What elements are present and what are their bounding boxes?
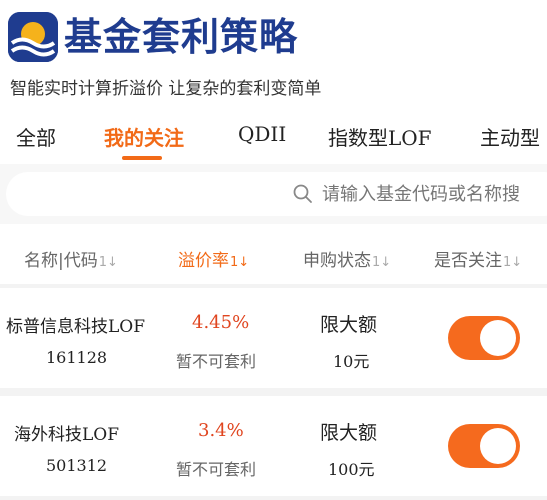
arbitrage-status: 暂不可套利 (176, 460, 257, 479)
toggle-knob (480, 428, 516, 464)
column-name-code-label: 名称|代码 (24, 251, 98, 271)
column-purchase-status[interactable]: 申购状态1↓ (303, 246, 391, 271)
app-subtitle: 智能实时计算折溢价 让复杂的套利变简单 (10, 79, 322, 99)
column-name-code[interactable]: 名称|代码1↓ (24, 246, 118, 271)
search-box[interactable] (6, 172, 547, 216)
column-premium-rate[interactable]: 溢价率1↓ (178, 246, 249, 271)
search-icon (293, 184, 312, 203)
premium-rate: 3.4% (198, 420, 244, 441)
follow-toggle[interactable] (448, 424, 520, 468)
tab-qdii[interactable]: QDII (238, 122, 286, 146)
column-purchase-status-label: 申购状态 (303, 251, 371, 271)
toggle-knob (480, 320, 516, 356)
tab-my-follows[interactable]: 我的关注 (104, 122, 184, 151)
app-header: 基金套利策略 (0, 0, 547, 68)
sort-icon: 1↓ (98, 255, 118, 270)
tab-active-fund[interactable]: 主动型 (480, 122, 540, 151)
purchase-limit: 10元 (333, 352, 370, 371)
sort-icon: 1↓ (372, 255, 392, 270)
purchase-limit: 100元 (328, 460, 375, 479)
fund-arbitrage-logo-icon (8, 12, 58, 62)
fund-name: 海外科技LOF (14, 425, 120, 445)
divider (0, 496, 547, 500)
sort-icon: 1↓ (503, 255, 523, 270)
purchase-status: 限大额 (320, 422, 378, 444)
fund-code: 161128 (46, 348, 108, 367)
search-bar-area (0, 164, 547, 224)
category-tabs: 全部 我的关注 QDII 指数型LOF 主动型 (0, 112, 547, 162)
active-tab-indicator (122, 156, 162, 160)
app-title: 基金套利策略 (64, 15, 299, 59)
column-follow-status[interactable]: 是否关注1↓ (434, 246, 522, 271)
sort-icon: 1↓ (230, 255, 250, 270)
column-follow-status-label: 是否关注 (434, 251, 502, 271)
fund-name: 标普信息科技LOF (6, 317, 146, 337)
purchase-status: 限大额 (320, 314, 378, 336)
tab-all[interactable]: 全部 (16, 122, 56, 151)
search-input[interactable] (322, 178, 547, 210)
table-row[interactable]: 海外科技LOF 501312 3.4% 暂不可套利 限大额 100元 (0, 396, 547, 496)
table-row[interactable]: 标普信息科技LOF 161128 4.45% 暂不可套利 限大额 10元 (0, 288, 547, 388)
follow-toggle[interactable] (448, 316, 520, 360)
tab-index-lof[interactable]: 指数型LOF (328, 122, 432, 151)
table-header: 名称|代码1↓ 溢价率1↓ 申购状态1↓ 是否关注1↓ (0, 232, 547, 282)
divider (0, 388, 547, 396)
arbitrage-status: 暂不可套利 (176, 352, 257, 371)
column-premium-rate-label: 溢价率 (178, 251, 229, 271)
fund-code: 501312 (46, 456, 108, 475)
premium-rate: 4.45% (192, 312, 250, 333)
